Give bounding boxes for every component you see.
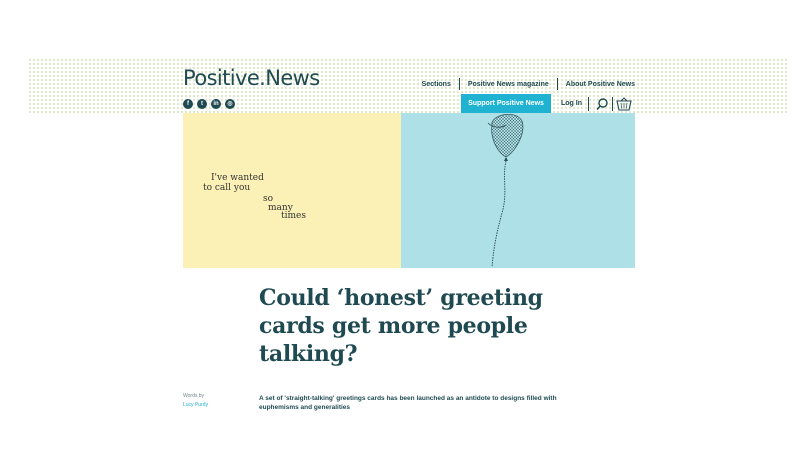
hero-image: I've wanted to call you so many times: [183, 113, 635, 268]
poem-line: to call you: [203, 183, 251, 193]
nav-divider: [588, 97, 589, 111]
nav-item-magazine[interactable]: Positive News magazine: [460, 81, 557, 88]
support-button[interactable]: Support Positive News: [461, 94, 551, 113]
headline-line: Could ‘honest’ greeting: [259, 285, 543, 311]
instagram-icon[interactable]: ◎: [225, 99, 235, 109]
byline-label: Words by: [183, 393, 205, 399]
linkedin-icon[interactable]: in: [211, 99, 221, 109]
login-link[interactable]: Log In: [561, 100, 582, 107]
social-links: f t in ◎: [183, 99, 235, 109]
basket-icon[interactable]: [616, 97, 632, 111]
search-icon[interactable]: [595, 97, 609, 111]
site-header: Positive.News f t in ◎ Sections Positive…: [183, 64, 635, 114]
facebook-icon[interactable]: f: [183, 99, 193, 109]
twitter-icon[interactable]: t: [197, 99, 207, 109]
nav-item-sections[interactable]: Sections: [414, 81, 459, 88]
poem-line: I've wanted: [211, 173, 264, 183]
top-nav: Sections Positive News magazine About Po…: [414, 78, 635, 90]
nav-divider: [612, 97, 613, 111]
article-headline: Could ‘honest’ greeting cards get more p…: [259, 284, 549, 368]
author-link[interactable]: Lucy Purdy: [183, 402, 208, 408]
article-standfirst: A set of 'straight-talking' greetings ca…: [259, 395, 557, 411]
balloon-illustration: [487, 114, 524, 268]
poem-line: times: [281, 211, 306, 221]
hero-card-left: I've wanted to call you so many times: [183, 113, 401, 268]
headline-line: talking?: [259, 341, 358, 367]
headline-line: cards get more people: [259, 313, 528, 339]
nav-item-about[interactable]: About Positive News: [558, 81, 635, 88]
site-logo[interactable]: Positive.News: [183, 66, 320, 90]
hero-card-right: [401, 113, 635, 268]
